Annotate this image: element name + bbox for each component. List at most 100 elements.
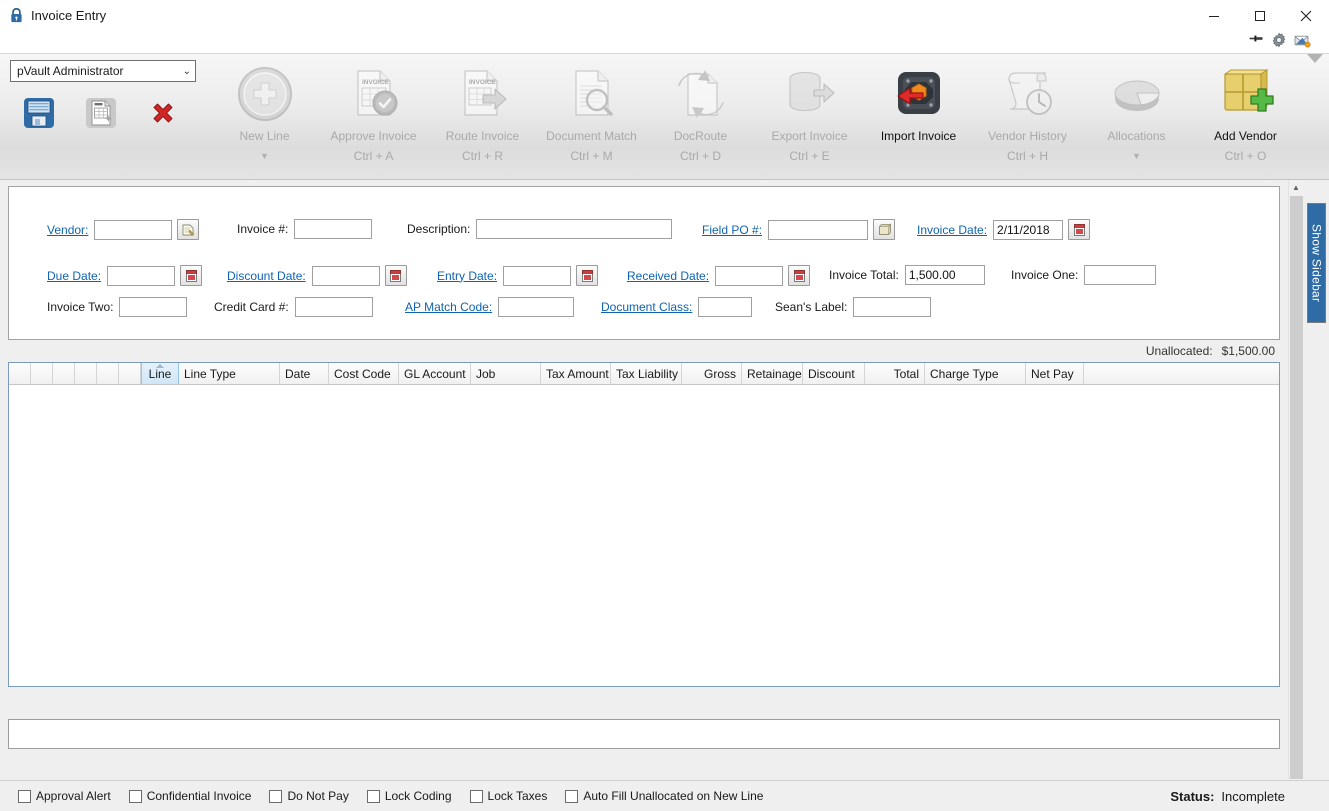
- ribbon-button-docroute[interactable]: DocRoute Ctrl + D: [646, 54, 755, 179]
- discount-date-input[interactable]: [311, 265, 380, 286]
- grid-header-spacer-20[interactable]: [1084, 363, 1279, 384]
- grid-header-charge-type[interactable]: Charge Type: [925, 363, 1026, 384]
- vertical-scrollbar[interactable]: ▲: [1288, 180, 1303, 780]
- received-date-input[interactable]: [715, 265, 784, 286]
- description-input[interactable]: [476, 219, 673, 239]
- grid-header-label: GL Account: [404, 366, 466, 381]
- ribbon-button-add-vendor[interactable]: Add Vendor Ctrl + O: [1191, 54, 1300, 179]
- grid-header-job[interactable]: Job: [471, 363, 541, 384]
- ribbon-button-document-match[interactable]: Document Match Ctrl + M: [537, 54, 646, 179]
- grid-header-spacer-5[interactable]: [119, 363, 141, 384]
- entry-date-input[interactable]: [503, 265, 572, 286]
- invoice-date-calendar-button[interactable]: [1068, 219, 1091, 240]
- grid-header-discount[interactable]: Discount: [803, 363, 865, 384]
- save-button[interactable]: [14, 91, 64, 135]
- invoice-total-label: Invoice Total:: [829, 268, 899, 282]
- ribbon-button-import-invoice[interactable]: Import Invoice: [864, 54, 973, 179]
- checkbox-do-not-pay[interactable]: Do Not Pay: [269, 789, 349, 803]
- ap-match-code-input[interactable]: [498, 297, 575, 317]
- invoice-total-input[interactable]: [904, 265, 985, 285]
- checkbox-confidential-invoice[interactable]: Confidential Invoice: [128, 789, 252, 803]
- received-date-calendar-button[interactable]: [788, 265, 811, 286]
- ribbon-button-allocations[interactable]: Allocations ▼: [1082, 54, 1191, 179]
- grid-header-gl-account[interactable]: GL Account: [399, 363, 471, 384]
- vendor-lookup-button[interactable]: [177, 219, 200, 240]
- grid-header-date[interactable]: Date: [280, 363, 329, 384]
- ribbon-shortcut: Ctrl + H: [1006, 149, 1048, 163]
- field-po-lookup-button[interactable]: [873, 219, 896, 240]
- invoice-date-label[interactable]: Invoice Date:: [917, 223, 987, 237]
- checkbox-lock-taxes[interactable]: Lock Taxes: [469, 789, 547, 803]
- show-sidebar-tab[interactable]: Show Sidebar: [1307, 203, 1326, 323]
- grid-header-label: Tax Amount: [546, 366, 609, 381]
- grid-header-net-pay[interactable]: Net Pay: [1026, 363, 1084, 384]
- grid-header-line-type[interactable]: Line Type: [179, 363, 280, 384]
- field-po-label[interactable]: Field PO #:: [702, 223, 762, 237]
- maximize-button[interactable]: [1237, 0, 1283, 31]
- grid-header-spacer-1[interactable]: [31, 363, 53, 384]
- pin-icon[interactable]: [1249, 33, 1264, 48]
- due-date-label[interactable]: Due Date:: [47, 269, 101, 283]
- scrollbar-thumb[interactable]: [1289, 196, 1303, 779]
- ap-match-code-label[interactable]: AP Match Code:: [405, 300, 492, 314]
- checkbox-box[interactable]: [469, 789, 483, 803]
- grid-header-total[interactable]: Total: [865, 363, 925, 384]
- field-po-input[interactable]: [768, 219, 869, 240]
- document-class-label[interactable]: Document Class:: [601, 300, 692, 314]
- ribbon-button-export-invoice[interactable]: Export Invoice Ctrl + E: [755, 54, 864, 179]
- checkbox-label: Confidential Invoice: [146, 789, 252, 803]
- invoice-two-input[interactable]: [119, 297, 188, 317]
- grid-header-cost-code[interactable]: Cost Code: [329, 363, 399, 384]
- checkbox-auto-fill-unallocated[interactable]: Auto Fill Unallocated on New Line: [565, 789, 763, 803]
- entry-date-label[interactable]: Entry Date:: [437, 269, 497, 283]
- due-date-input[interactable]: [107, 265, 176, 286]
- entry-date-calendar-button[interactable]: [576, 265, 599, 286]
- credit-card-input[interactable]: [294, 297, 373, 317]
- grid-header-spacer-4[interactable]: [97, 363, 119, 384]
- scroll-up-icon[interactable]: ▲: [1289, 180, 1304, 195]
- minimize-button[interactable]: [1191, 0, 1237, 31]
- grid-header-tax-amount[interactable]: Tax Amount: [541, 363, 611, 384]
- checkbox-lock-coding[interactable]: Lock Coding: [366, 789, 452, 803]
- invoice-number-input[interactable]: [294, 219, 373, 239]
- checkbox-box[interactable]: [18, 789, 31, 803]
- vendor-input[interactable]: [94, 219, 173, 240]
- ribbon-button-new-line[interactable]: New Line ▼: [210, 54, 319, 179]
- mail-icon[interactable]: [1294, 33, 1311, 48]
- invoice-two-label: Invoice Two:: [47, 300, 114, 314]
- checkbox-box[interactable]: [366, 789, 380, 803]
- received-date-label[interactable]: Received Date:: [627, 269, 709, 283]
- seans-label-input[interactable]: [853, 297, 932, 317]
- discount-date-calendar-button[interactable]: [384, 265, 407, 286]
- invoice-one-input[interactable]: [1084, 265, 1157, 285]
- grid-body[interactable]: [9, 385, 1279, 686]
- checkbox-box[interactable]: [269, 789, 283, 803]
- close-button[interactable]: [1283, 0, 1329, 31]
- delete-button[interactable]: [138, 91, 188, 135]
- checkbox-approval-alert[interactable]: Approval Alert: [18, 789, 111, 803]
- checkbox-box[interactable]: [128, 789, 142, 803]
- ribbon-button-vendor-history[interactable]: Vendor History Ctrl + H: [973, 54, 1082, 179]
- due-date-calendar-button[interactable]: [180, 265, 203, 286]
- grid-header-gross[interactable]: Gross: [682, 363, 742, 384]
- user-select[interactable]: pVault Administrator ⌄: [10, 60, 196, 82]
- gear-icon[interactable]: [1271, 32, 1287, 48]
- invoice-date-input[interactable]: [993, 219, 1064, 240]
- grid-header-line[interactable]: Line: [141, 363, 179, 384]
- new-invoice-button[interactable]: [76, 91, 126, 135]
- grid-header-row: Line Line Type Date Cost Code GL Account Job T…: [9, 363, 1279, 385]
- discount-date-label[interactable]: Discount Date:: [227, 269, 306, 283]
- ribbon-button-approve-invoice[interactable]: INVOICE Approve Invoice Ctrl + A: [319, 54, 428, 179]
- checkbox-box[interactable]: [565, 789, 579, 803]
- vendor-label[interactable]: Vendor:: [47, 223, 88, 237]
- document-class-input[interactable]: [698, 297, 753, 317]
- grid-header-tax-liability[interactable]: Tax Liability: [611, 363, 682, 384]
- ribbon-button-route-invoice[interactable]: INVOICE Route Invoice Ctrl + R: [428, 54, 537, 179]
- grid-header-retainage[interactable]: Retainage: [742, 363, 803, 384]
- grid-header-spacer-2[interactable]: [53, 363, 75, 384]
- memo-input[interactable]: [8, 718, 1280, 749]
- ribbon-collapse-button[interactable]: [1300, 54, 1329, 93]
- field-field-po: Field PO #:: [702, 219, 896, 240]
- grid-header-spacer-3[interactable]: [75, 363, 97, 384]
- grid-header-spacer-0[interactable]: [9, 363, 31, 384]
